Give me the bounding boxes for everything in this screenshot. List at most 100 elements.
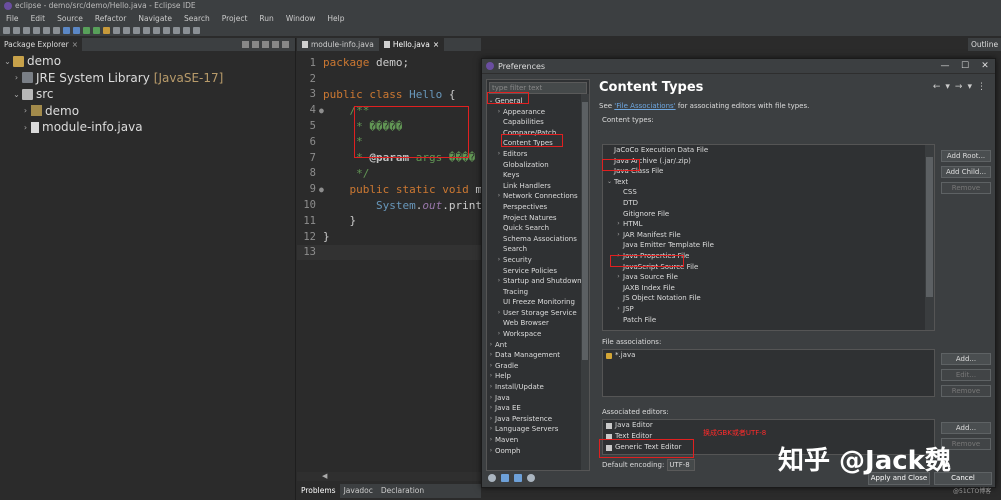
scrollbar-thumb[interactable] — [926, 157, 933, 297]
menu-search[interactable]: Search — [178, 12, 216, 25]
tab-declaration[interactable]: Declaration — [377, 484, 428, 498]
prev-annotation-icon[interactable] — [173, 27, 180, 34]
content-type-item[interactable]: JAXB Index File — [603, 283, 934, 294]
view-menu-icon[interactable] — [262, 41, 269, 48]
next-annotation-icon[interactable] — [163, 27, 170, 34]
chevron-right-icon[interactable]: › — [495, 276, 503, 287]
collapse-all-icon[interactable] — [242, 41, 249, 48]
edit-file-association-button[interactable]: Edit... — [941, 369, 991, 381]
close-icon[interactable]: × — [72, 38, 78, 51]
preferences-tree-item[interactable]: Project Natures — [487, 213, 589, 224]
chevron-down-icon[interactable]: ▾ — [945, 82, 950, 92]
chevron-right-icon[interactable]: › — [487, 382, 495, 393]
preferences-tree-item[interactable]: Web Browser — [487, 318, 589, 329]
preferences-tree-item[interactable]: › Language Servers — [487, 424, 589, 435]
chevron-right-icon[interactable]: › — [21, 106, 30, 115]
maximize-icon[interactable] — [282, 41, 289, 48]
content-type-item[interactable]: ⌄ Text — [603, 177, 934, 188]
chevron-right-icon[interactable]: › — [614, 230, 623, 241]
content-type-item[interactable]: › JSP — [603, 304, 934, 315]
list-item[interactable]: Java Editor — [603, 420, 934, 431]
chevron-right-icon[interactable]: › — [495, 191, 503, 202]
new-class-icon[interactable] — [133, 27, 140, 34]
content-type-item[interactable]: Patch File — [603, 315, 934, 326]
preferences-tree-item[interactable]: Capabilities — [487, 117, 589, 128]
preferences-tree-item[interactable]: › Oomph — [487, 446, 589, 457]
tree-item-demo-project[interactable]: ⌄ demo — [0, 53, 295, 70]
preferences-tree-item[interactable]: › User Storage Service — [487, 308, 589, 319]
maximize-icon[interactable]: ☐ — [955, 61, 975, 71]
chevron-right-icon[interactable]: › — [487, 340, 495, 351]
preferences-tree-item[interactable]: › Network Connections — [487, 191, 589, 202]
content-type-item[interactable]: CSS — [603, 187, 934, 198]
scroll-left-icon[interactable]: ◀ — [322, 472, 327, 480]
content-type-item[interactable]: Java Class File — [603, 166, 934, 177]
close-icon[interactable]: ✕ — [975, 61, 995, 71]
menu-navigate[interactable]: Navigate — [132, 12, 178, 25]
menu-help[interactable]: Help — [321, 12, 350, 25]
preferences-tree-item[interactable]: › Security — [487, 255, 589, 266]
chevron-right-icon[interactable]: › — [614, 219, 623, 230]
menu-file[interactable]: File — [0, 12, 25, 25]
debug-icon[interactable] — [63, 27, 70, 34]
chevron-right-icon[interactable]: › — [487, 424, 495, 435]
preferences-tree-item[interactable]: › Appearance — [487, 107, 589, 118]
preferences-tree-item[interactable]: › Gradle — [487, 361, 589, 372]
list-item[interactable]: *.java — [603, 350, 934, 361]
forward-icon[interactable]: → — [955, 82, 963, 92]
package-explorer-tab[interactable]: Package Explorer × — [0, 38, 82, 51]
tab-javadoc[interactable]: Javadoc — [340, 484, 377, 498]
run-last-icon[interactable] — [93, 27, 100, 34]
preferences-tree-item[interactable]: › Help — [487, 371, 589, 382]
close-icon[interactable]: × — [433, 38, 439, 51]
remove-file-association-button[interactable]: Remove — [941, 385, 991, 397]
chevron-right-icon[interactable]: › — [487, 350, 495, 361]
preferences-tree-item[interactable]: › Editors — [487, 149, 589, 160]
back-icon[interactable] — [183, 27, 190, 34]
preferences-tree-item[interactable]: › Startup and Shutdown — [487, 276, 589, 287]
chevron-right-icon[interactable]: › — [487, 371, 495, 382]
forward-icon[interactable] — [193, 27, 200, 34]
content-type-item[interactable]: JS Object Notation File — [603, 293, 934, 304]
chevron-right-icon[interactable]: › — [487, 446, 495, 457]
remove-content-type-button[interactable]: Remove — [941, 182, 991, 194]
chevron-right-icon[interactable]: › — [487, 361, 495, 372]
chevron-down-icon[interactable]: ⌄ — [3, 57, 12, 66]
tab-hello-java[interactable]: Hello.java × — [378, 38, 445, 51]
file-associations-link[interactable]: 'File Associations' — [614, 102, 675, 110]
open-type-icon[interactable] — [143, 27, 150, 34]
export-icon[interactable] — [514, 474, 522, 482]
chevron-right-icon[interactable]: › — [487, 393, 495, 404]
preferences-tree-item[interactable]: › Java — [487, 393, 589, 404]
chevron-right-icon[interactable]: › — [12, 73, 21, 82]
preferences-tree-item[interactable]: › Java EE — [487, 403, 589, 414]
content-type-item[interactable]: Java Emitter Template File — [603, 240, 934, 251]
tree-item-module-info[interactable]: › module-info.java — [0, 119, 295, 136]
back-icon[interactable]: ← — [933, 82, 941, 92]
skip-breakpoints-icon[interactable] — [73, 27, 80, 34]
chevron-right-icon[interactable]: › — [21, 123, 30, 132]
editor-horizontal-scrollbar[interactable]: ◀ — [297, 472, 481, 481]
menu-run[interactable]: Run — [253, 12, 279, 25]
preferences-tree-item[interactable]: Link Handlers — [487, 181, 589, 192]
preferences-tree-item[interactable]: › Install/Update — [487, 382, 589, 393]
preferences-tree-item[interactable]: Service Policies — [487, 266, 589, 277]
help-icon[interactable] — [488, 474, 496, 482]
content-type-item[interactable]: › JAR Manifest File — [603, 230, 934, 241]
tab-problems[interactable]: Problems — [297, 484, 340, 498]
tree-item-demo-package[interactable]: › demo — [0, 103, 295, 120]
preferences-tree-item[interactable]: Tracing — [487, 287, 589, 298]
new-package-icon[interactable] — [123, 27, 130, 34]
content-type-item[interactable]: Gitignore File — [603, 209, 934, 220]
chevron-right-icon[interactable]: › — [495, 107, 503, 118]
chevron-right-icon[interactable]: › — [487, 414, 495, 425]
chevron-right-icon[interactable]: › — [495, 308, 503, 319]
terminal-icon[interactable] — [53, 27, 60, 34]
preferences-tree-item[interactable]: Quick Search — [487, 223, 589, 234]
search-icon[interactable] — [153, 27, 160, 34]
new-icon[interactable] — [3, 27, 10, 34]
tree-item-src[interactable]: ⌄ src — [0, 86, 295, 103]
chevron-right-icon[interactable]: › — [614, 272, 623, 283]
preferences-tree-item[interactable]: Search — [487, 244, 589, 255]
chevron-down-icon[interactable]: ▾ — [967, 82, 972, 92]
